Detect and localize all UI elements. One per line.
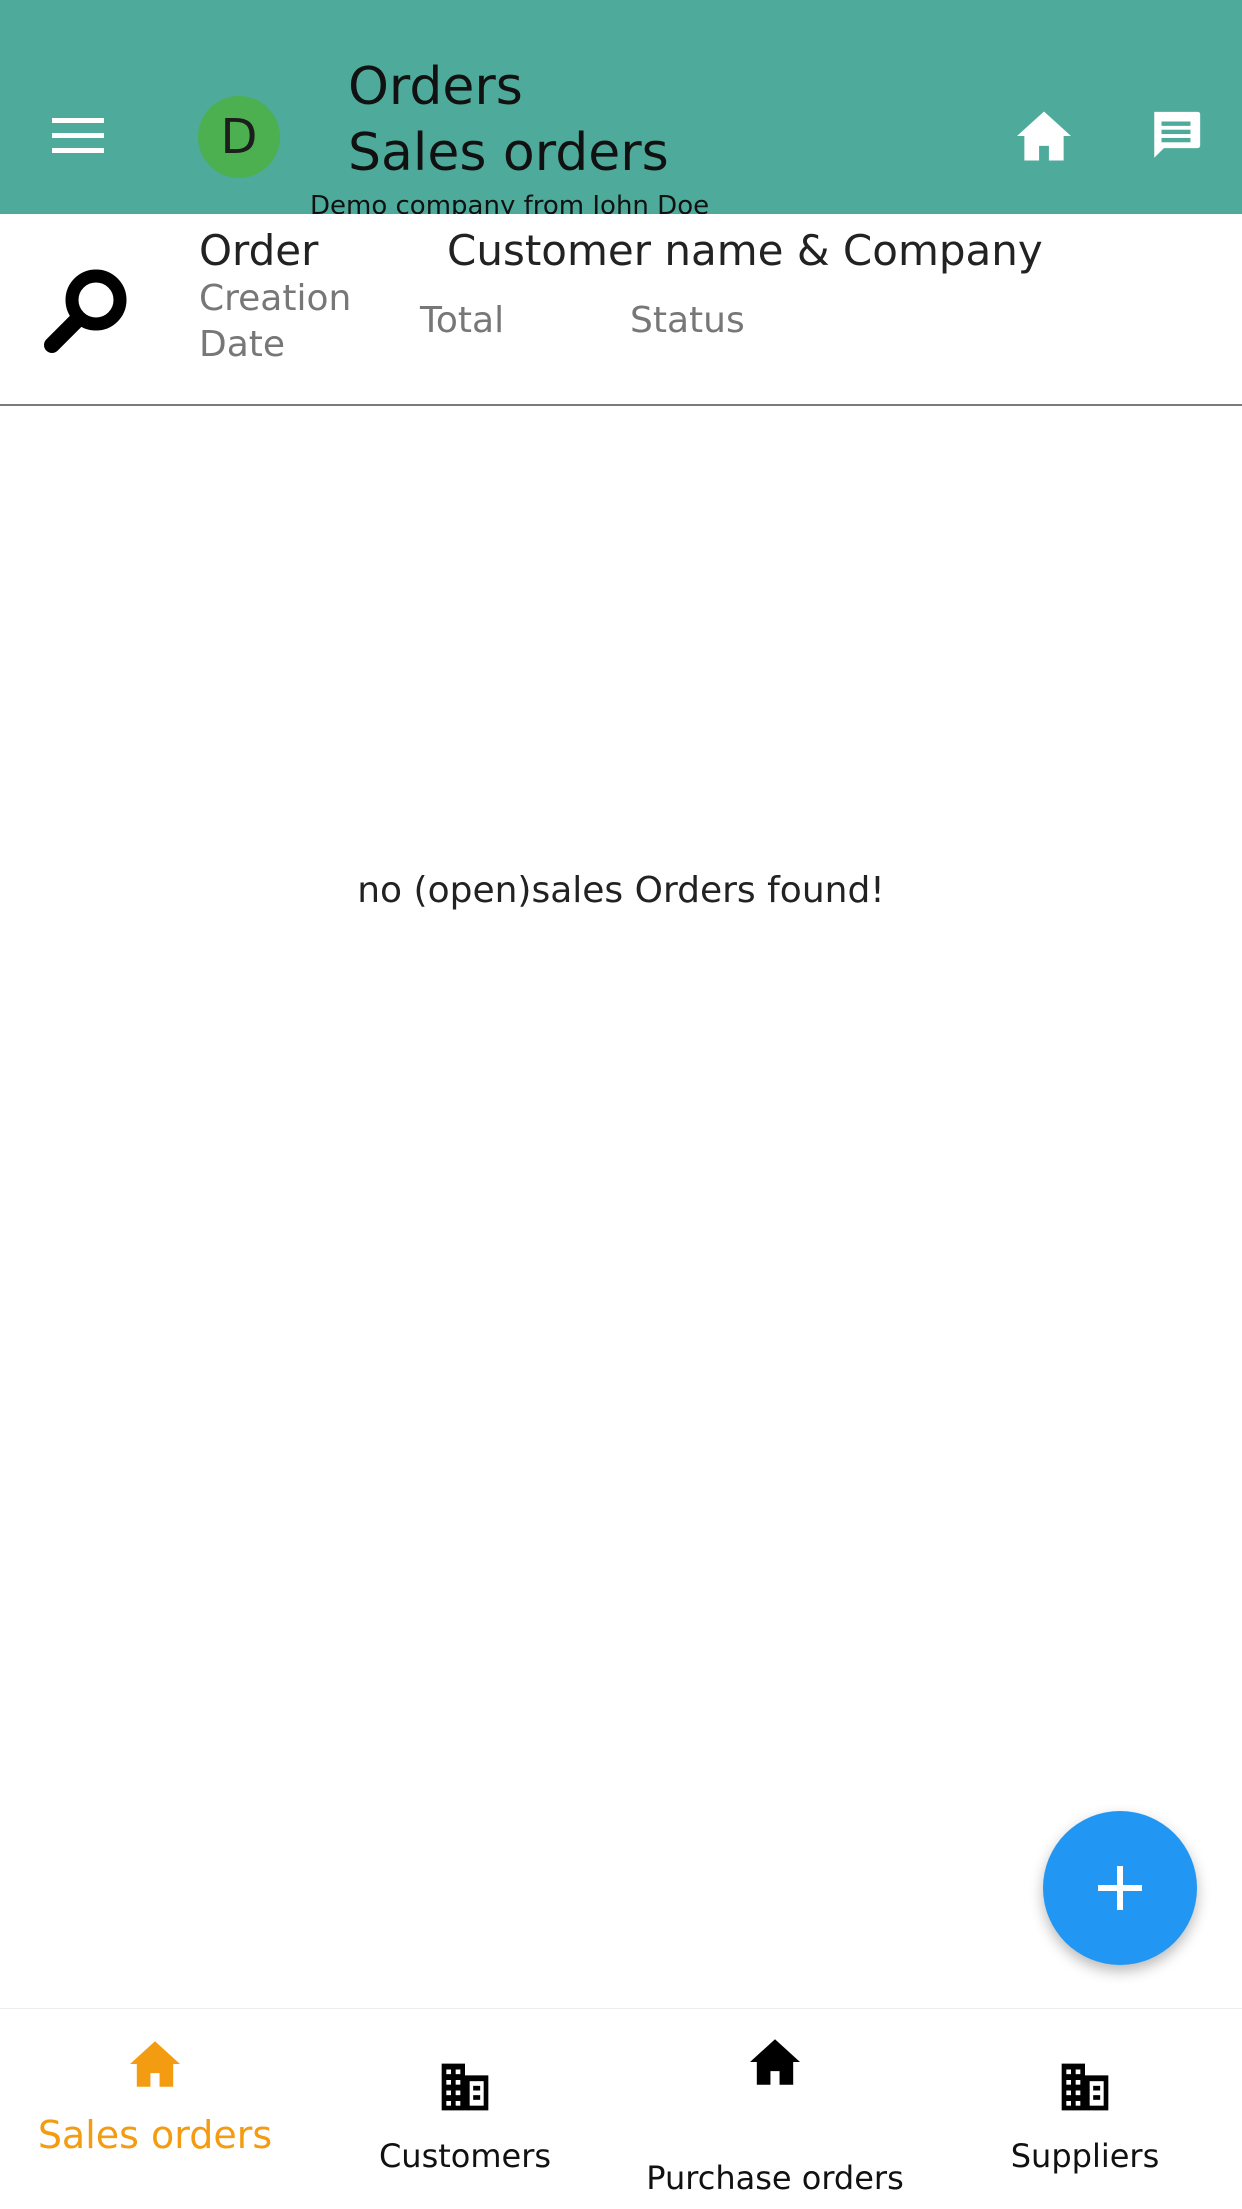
- list-header: Order Customer name & Company Creation D…: [0, 214, 1242, 406]
- nav-label: Purchase orders: [646, 2159, 904, 2197]
- search-icon: [44, 269, 127, 353]
- home-icon: [1017, 111, 1071, 161]
- company-name: Demo company from John Doe: [310, 191, 710, 214]
- column-header-total: Total: [420, 300, 505, 341]
- home-button[interactable]: [1006, 98, 1082, 174]
- empty-state-message: no (open)sales Orders found!: [357, 870, 885, 911]
- home-icon: [750, 2039, 800, 2085]
- home-icon: [130, 2041, 180, 2087]
- page-subtitle: Sales orders: [348, 123, 669, 183]
- nav-label: Customers: [378, 2137, 552, 2175]
- column-header-order: Order: [199, 226, 319, 275]
- nav-item-sales-orders[interactable]: Sales orders: [0, 2009, 310, 2209]
- add-order-button[interactable]: [1043, 1811, 1197, 1965]
- avatar[interactable]: D: [198, 96, 280, 178]
- column-header-status: Status: [630, 300, 745, 341]
- building-icon: [441, 2063, 489, 2111]
- bottom-navigation: Sales orders Customers Purchase orders S…: [0, 2008, 1242, 2209]
- menu-button[interactable]: [28, 96, 128, 176]
- menu-icon: [52, 118, 104, 153]
- column-header-creation-date: Creation Date: [199, 278, 352, 365]
- plus-icon: [1098, 1866, 1142, 1910]
- chat-icon: [1154, 111, 1201, 158]
- search-button[interactable]: [36, 250, 136, 370]
- app-bar: D Orders Sales orders Demo company from …: [0, 0, 1242, 214]
- nav-item-purchase-orders[interactable]: Purchase orders: [620, 2009, 930, 2209]
- nav-label: Sales orders: [37, 2113, 273, 2157]
- column-header-customer: Customer name & Company: [447, 226, 1043, 275]
- chat-button[interactable]: [1138, 98, 1214, 174]
- nav-item-suppliers[interactable]: Suppliers: [930, 2009, 1240, 2209]
- nav-label: Suppliers: [1010, 2137, 1160, 2175]
- nav-item-customers[interactable]: Customers: [310, 2009, 620, 2209]
- avatar-letter: D: [220, 109, 258, 165]
- building-icon: [1061, 2063, 1109, 2111]
- page-title: Orders: [348, 57, 523, 117]
